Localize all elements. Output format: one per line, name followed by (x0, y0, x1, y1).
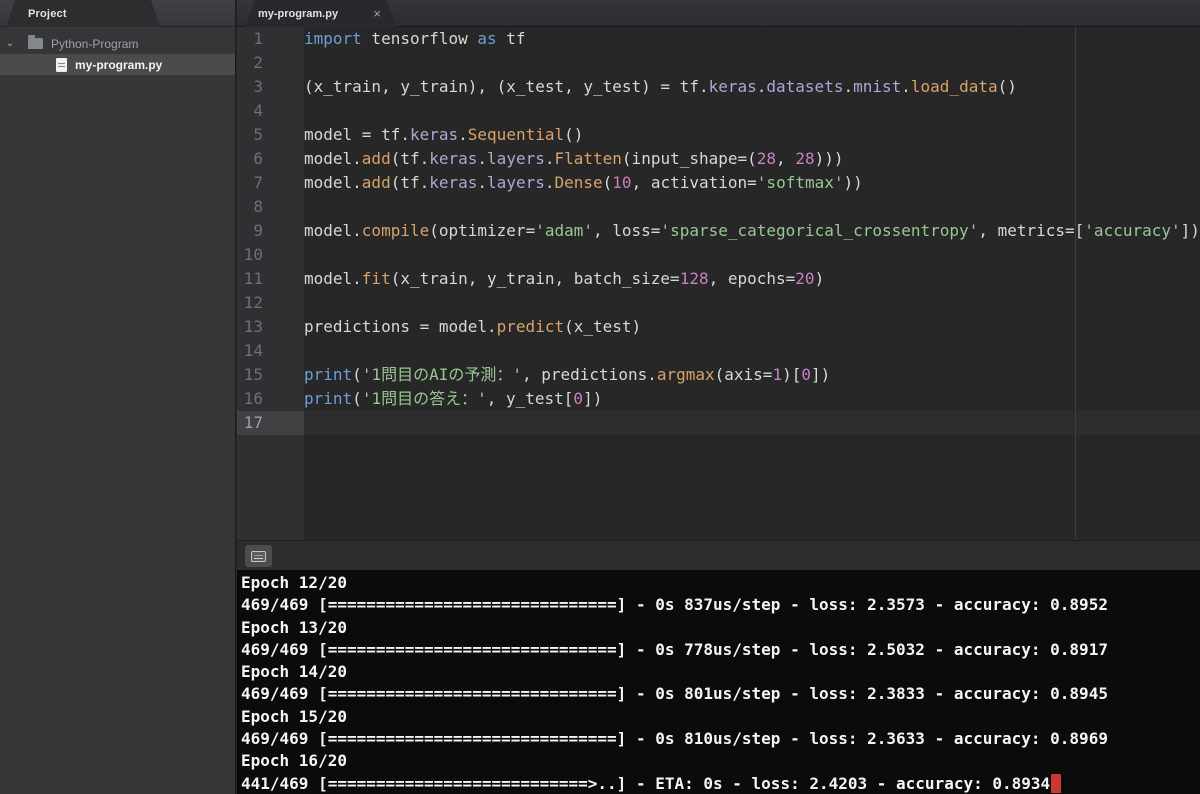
code-line[interactable]: model.add(tf.keras.layers.Flatten(input_… (304, 147, 1200, 171)
terminal-line: 469/469 [==============================]… (241, 639, 1200, 661)
ide-window: Project ⌄ Python-Program my-program.py m… (0, 0, 1200, 794)
line-number: 11 (237, 267, 304, 291)
terminal-icon (251, 551, 266, 562)
terminal-line: 469/469 [==============================]… (241, 683, 1200, 705)
code-line[interactable] (304, 411, 1200, 435)
folder-name: Python-Program (51, 37, 138, 51)
code-line[interactable] (304, 291, 1200, 315)
terminal-line: 441/469 [===========================>..]… (241, 773, 1200, 794)
tree-file-my-program[interactable]: my-program.py (0, 54, 235, 75)
code-line[interactable]: predictions = model.predict(x_test) (304, 315, 1200, 339)
line-number: 7 (237, 171, 304, 195)
code-line[interactable] (304, 99, 1200, 123)
line-number: 8 (237, 195, 304, 219)
line-number: 2 (237, 51, 304, 75)
code-line[interactable]: model.fit(x_train, y_train, batch_size=1… (304, 267, 1200, 291)
line-number: 16 (237, 387, 304, 411)
line-number: 6 (237, 147, 304, 171)
code-line[interactable] (304, 51, 1200, 75)
code-line[interactable]: print('1問目のAIの予測：', predictions.argmax(a… (304, 363, 1200, 387)
line-number: 1 (237, 27, 304, 51)
sidebar-header: Project (0, 0, 235, 27)
terminal-line: 469/469 [==============================]… (241, 728, 1200, 750)
tab-label: my-program.py (258, 8, 338, 20)
code-line[interactable]: (x_train, y_train), (x_test, y_test) = t… (304, 75, 1200, 99)
wrap-guide (1075, 27, 1076, 540)
terminal-output[interactable]: Epoch 12/20469/469 [====================… (237, 570, 1200, 794)
code-line[interactable]: model.add(tf.keras.layers.Dense(10, acti… (304, 171, 1200, 195)
project-panel-tab[interactable]: Project (6, 0, 160, 27)
terminal-line: Epoch 14/20 (241, 661, 1200, 683)
code-line[interactable] (304, 195, 1200, 219)
code-line[interactable] (304, 243, 1200, 267)
line-number: 9 (237, 219, 304, 243)
chevron-down-icon[interactable]: ⌄ (0, 33, 20, 54)
line-number: 5 (237, 123, 304, 147)
code-pane[interactable]: import tensorflow as tf (x_train, y_train… (304, 27, 1200, 540)
terminal-line: Epoch 16/20 (241, 750, 1200, 772)
terminal-line: Epoch 12/20 (241, 572, 1200, 594)
code-line[interactable]: model = tf.keras.Sequential() (304, 123, 1200, 147)
editor-tab-bar: my-program.py × (237, 0, 1200, 27)
code-line[interactable] (304, 339, 1200, 363)
code-line[interactable]: model.compile(optimizer='adam', loss='sp… (304, 219, 1200, 243)
file-tree: ⌄ Python-Program my-program.py (0, 27, 235, 75)
tree-folder-python-program[interactable]: ⌄ Python-Program (0, 33, 235, 54)
terminal-line: Epoch 13/20 (241, 617, 1200, 639)
file-icon (56, 58, 67, 72)
terminal-line: Epoch 15/20 (241, 706, 1200, 728)
line-number: 17 (237, 411, 304, 435)
line-number: 4 (237, 99, 304, 123)
project-sidebar: Project ⌄ Python-Program my-program.py (0, 0, 236, 794)
terminal-line: 469/469 [==============================]… (241, 594, 1200, 616)
line-number: 15 (237, 363, 304, 387)
line-number: 14 (237, 339, 304, 363)
terminal-toggle-button[interactable] (245, 545, 272, 567)
terminal-cursor (1051, 774, 1061, 793)
folder-icon (28, 38, 43, 49)
project-tab-label: Project (28, 8, 67, 20)
code-editor[interactable]: 1234567891011121314151617 import tensorf… (237, 27, 1200, 540)
line-number: 10 (237, 243, 304, 267)
close-icon[interactable]: × (373, 6, 381, 21)
line-number: 13 (237, 315, 304, 339)
line-number-gutter: 1234567891011121314151617 (237, 27, 304, 540)
line-number: 12 (237, 291, 304, 315)
terminal-panel-header (237, 540, 1200, 570)
tab-my-program[interactable]: my-program.py × (245, 0, 397, 27)
code-line[interactable]: import tensorflow as tf (304, 27, 1200, 51)
line-number: 3 (237, 75, 304, 99)
file-name: my-program.py (75, 58, 162, 72)
code-line[interactable]: print('1問目の答え：', y_test[0]) (304, 387, 1200, 411)
